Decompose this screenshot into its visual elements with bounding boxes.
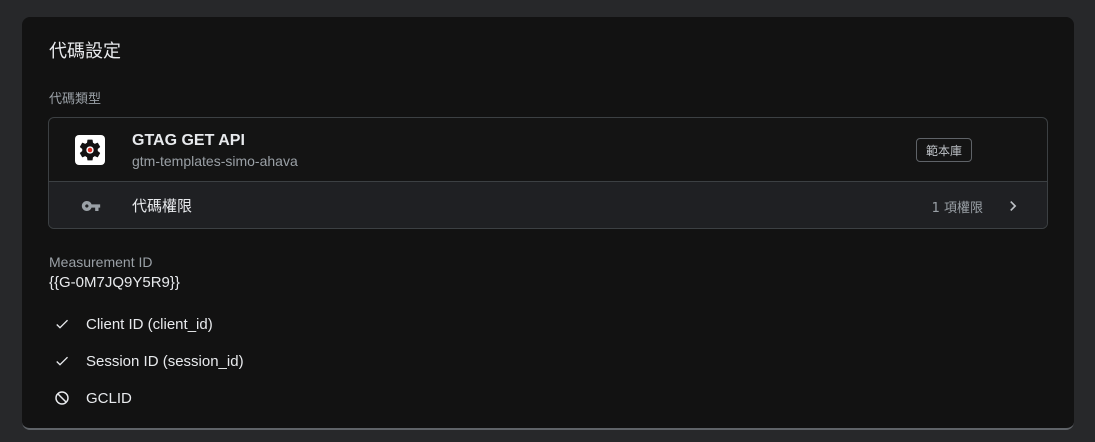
card-title: 代碼設定 <box>49 41 121 62</box>
option-label: Session ID (session_id) <box>86 352 244 370</box>
key-icon <box>81 196 101 221</box>
option-label: GCLID <box>86 389 132 407</box>
option-gclid: GCLID <box>54 388 132 408</box>
tag-name: GTAG GET API <box>132 132 245 149</box>
check-icon <box>54 353 70 369</box>
permissions-label: 代碼權限 <box>132 197 193 215</box>
measurement-id-value: {{G-0M7JQ9Y5R9}} <box>49 274 180 291</box>
tag-permissions-row[interactable]: 代碼權限 1 項權限 <box>49 182 1047 228</box>
tag-type-box: GTAG GET API gtm-templates-simo-ahava 範本… <box>48 117 1048 229</box>
option-session-id: Session ID (session_id) <box>54 351 244 371</box>
tag-type-row[interactable]: GTAG GET API gtm-templates-simo-ahava 範本… <box>49 118 1047 182</box>
tag-configuration-card: 代碼設定 代碼類型 GTAG GET API gtm-templates-sim… <box>22 17 1074 430</box>
measurement-id-label: Measurement ID <box>49 254 153 270</box>
gear-icon <box>75 135 105 165</box>
permissions-count: 1 項權限 <box>931 201 983 216</box>
blocked-icon <box>54 390 70 406</box>
chevron-right-icon[interactable] <box>1003 196 1023 221</box>
tag-type-label: 代碼類型 <box>49 92 102 107</box>
option-label: Client ID (client_id) <box>86 315 213 333</box>
option-client-id: Client ID (client_id) <box>54 314 213 334</box>
gallery-badge: 範本庫 <box>916 138 973 162</box>
tag-source: gtm-templates-simo-ahava <box>132 153 298 169</box>
check-icon <box>54 316 70 332</box>
